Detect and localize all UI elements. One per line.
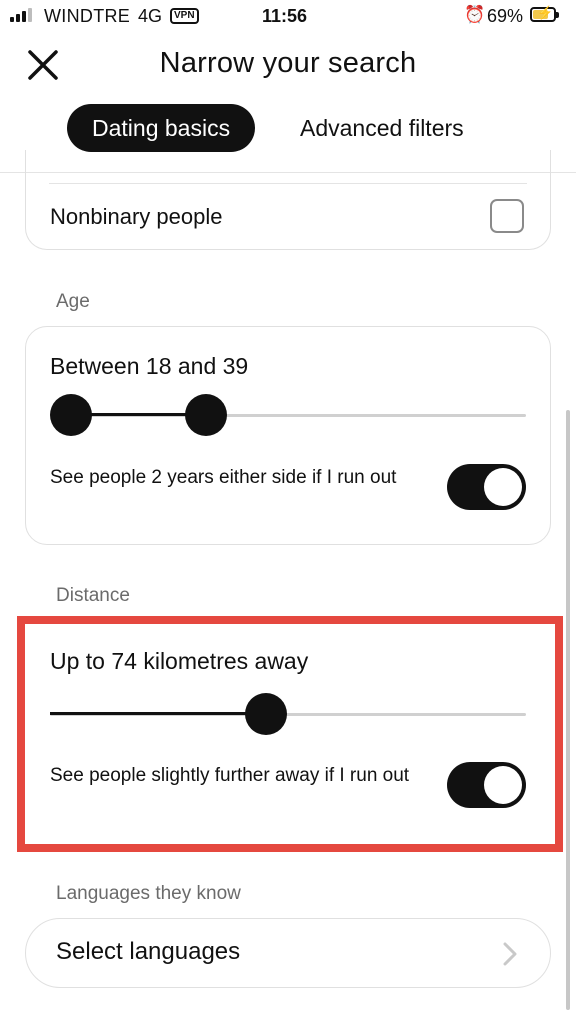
filter-tabs: Dating basics Advanced filters (0, 104, 576, 152)
age-max-thumb[interactable] (185, 394, 227, 436)
age-expand-label: See people 2 years either side if I run … (50, 467, 397, 488)
age-min-thumb[interactable] (50, 394, 92, 436)
status-bar: WINDTRE 4G VPN 11:56 ⏰ 69% ⚡ (0, 0, 576, 34)
vpn-badge: VPN (170, 8, 199, 24)
narrow-search-screen: WINDTRE 4G VPN 11:56 ⏰ 69% ⚡ Narrow your… (0, 0, 576, 1024)
battery-charging-icon: ⚡ (530, 5, 559, 22)
distance-highlight-box (17, 616, 563, 852)
age-summary: Between 18 and 39 (50, 353, 249, 379)
languages-section-label: Languages they know (56, 883, 241, 904)
gender-card (25, 150, 551, 250)
battery-percent: 69% (487, 6, 524, 26)
page-title: Narrow your search (159, 47, 417, 79)
gender-option-label: Nonbinary people (50, 204, 223, 229)
tab-dating-basics[interactable]: Dating basics (67, 104, 256, 152)
signal-icon (10, 8, 32, 22)
alarm-icon: ⏰ (464, 5, 486, 24)
distance-section-label: Distance (56, 585, 130, 606)
carrier-name: WINDTRE (44, 6, 131, 26)
select-languages-label: Select languages (56, 938, 241, 965)
status-time: 11:56 (262, 6, 308, 26)
toggle-knob (484, 468, 522, 506)
age-range-slider[interactable] (50, 393, 526, 437)
select-languages-row[interactable]: Select languages (25, 918, 551, 988)
network-type: 4G (138, 6, 163, 26)
scrollbar[interactable] (566, 410, 570, 1010)
chevron-right-icon (503, 942, 517, 966)
age-section-label: Age (56, 291, 90, 312)
age-expand-toggle[interactable] (447, 464, 526, 510)
bolt-icon: ⚡ (537, 5, 554, 20)
tab-advanced-filters[interactable]: Advanced filters (275, 104, 489, 152)
nonbinary-checkbox[interactable] (490, 199, 524, 233)
gender-option-divider (49, 183, 527, 184)
